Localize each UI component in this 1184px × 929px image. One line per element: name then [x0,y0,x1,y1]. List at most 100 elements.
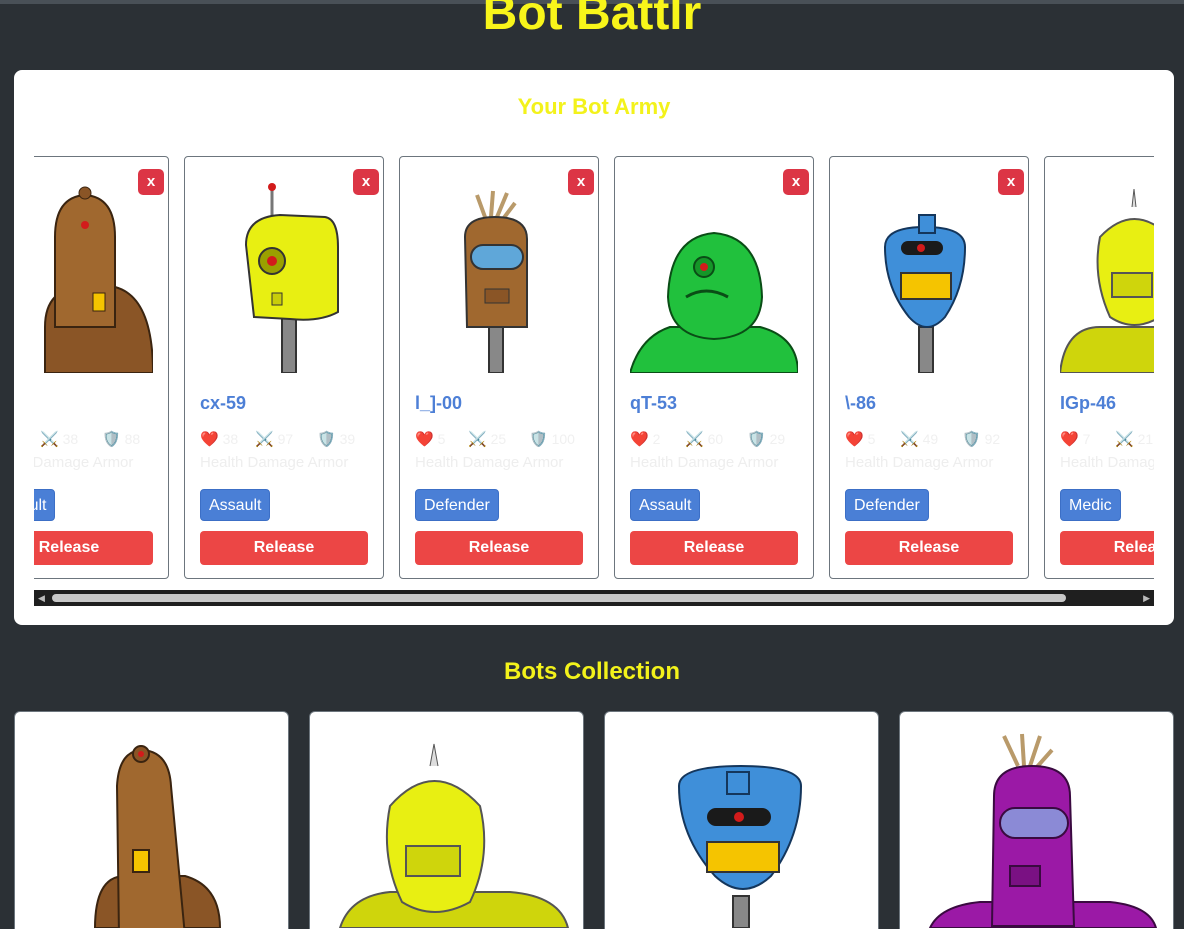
damage-stat: ⚔️ 49 [900,430,938,448]
army-bot-card[interactable]: x l_]-00 ❤️ 5 ⚔️ 25 🛡️ 100 Health Damage… [399,156,599,579]
heart-icon: ❤️ [845,431,864,448]
bot-class-badge: Assault [200,489,271,521]
health-stat: ❤️ 2 [630,430,660,448]
release-button[interactable]: Release [200,531,368,565]
heart-icon: ❤️ [200,431,219,448]
health-stat: ❤️ 7 [1060,430,1090,448]
damage-stat: ⚔️ 21 [1115,430,1153,448]
app-title: Bot Battlr [482,0,702,40]
bot-army-panel: Your Bot Army x ❤️ ⚔️ 38 🛡️ 88 Health Da… [14,70,1174,625]
shield-icon: 🛡️ [102,431,121,448]
health-value: 5 [437,431,446,447]
bot-stats: ❤️ ⚔️ 38 🛡️ 88 [34,430,168,450]
army-bot-card[interactable]: x IGp-46 ❤️ 7 ⚔️ 21 🛡️ Health Damage Arm… [1044,156,1154,579]
health-stat: ❤️ 38 [200,430,238,448]
bot-class-badge: Defender [845,489,929,521]
bot-name: IGp-46 [1060,393,1117,413]
damage-stat: ⚔️ 25 [468,430,506,448]
swords-icon: ⚔️ [255,431,274,448]
scroll-left-icon[interactable]: ◀ [38,593,45,604]
damage-value: 49 [922,431,939,447]
release-button[interactable]: Release [34,531,153,565]
armor-stat: 🛡️ 100 [529,430,575,448]
army-scroller[interactable]: x ❤️ ⚔️ 38 🛡️ 88 Health Damage Armor Ass… [34,156,1154,580]
damage-value: 25 [490,431,507,447]
army-bot-card[interactable]: x qT-53 ❤️ 2 ⚔️ 60 🛡️ 29 Health Damage A… [614,156,814,579]
armor-stat: 🛡️ 29 [747,430,785,448]
damage-stat: ⚔️ 60 [685,430,723,448]
army-bot-card[interactable]: x \-86 ❤️ 5 ⚔️ 49 🛡️ 92 Health Damage Ar… [829,156,1029,579]
army-bot-card[interactable]: x ❤️ ⚔️ 38 🛡️ 88 Health Damage Armor Ass… [34,156,169,579]
damage-value: 21 [1137,431,1154,447]
collection-title: Bots Collection [503,658,680,685]
army-title: Your Bot Army [517,94,671,119]
swords-icon: ⚔️ [1115,431,1134,448]
shield-icon: 🛡️ [317,431,336,448]
heart-icon: ❤️ [1060,431,1079,448]
armor-value: 100 [551,431,575,447]
release-button[interactable]: Release [845,531,1013,565]
bot-stats: ❤️ 7 ⚔️ 21 🛡️ [1060,430,1154,450]
bot-image [630,231,798,373]
brown-bot-image [93,745,222,928]
yellow-bot-image [338,743,570,928]
armor-stat: 🛡️ 88 [102,430,140,448]
stat-labels: Health Damage Armor [630,454,779,471]
horizontal-scrollbar[interactable]: ◀ ▶ [34,590,1154,606]
armor-stat: 🛡️ 92 [962,430,1000,448]
armor-value: 92 [984,431,1001,447]
bot-name: qT-53 [630,393,678,413]
bot-name: l_]-00 [415,393,463,413]
health-value: 38 [222,431,239,447]
bot-class-badge: Medic [1060,489,1121,521]
damage-value: 38 [62,431,79,447]
release-button[interactable]: Release [415,531,583,565]
bot-image [883,214,967,373]
bot-image [463,190,528,373]
scrollbar-thumb[interactable] [52,594,1066,602]
damage-value: 60 [707,431,724,447]
armor-value: 88 [124,431,141,447]
collection-bot-card[interactable] [604,711,879,929]
army-bot-card[interactable]: x cx-59 ❤️ 38 ⚔️ 97 🛡️ 39 Health Damage … [184,156,384,579]
bot-stats: ❤️ 5 ⚔️ 49 🛡️ 92 [845,430,1028,450]
scroll-right-icon[interactable]: ▶ [1143,593,1150,604]
bot-class-badge: Assault [630,489,701,521]
purple-bot-image [928,733,1158,928]
damage-stat: ⚔️ 38 [40,430,78,448]
bot-name: cx-59 [200,393,247,413]
release-button[interactable]: Release [630,531,798,565]
armor-value: 39 [339,431,356,447]
stat-labels: Health Damage Armor [1060,454,1154,471]
stat-labels: Health Damage Armor [200,454,349,471]
collection-bot-card[interactable] [309,711,584,929]
swords-icon: ⚔️ [900,431,919,448]
armor-value: 29 [769,431,786,447]
bot-class-badge: Assault [34,489,56,521]
collection-bot-card[interactable] [14,711,289,929]
heart-icon: ❤️ [415,431,434,448]
swords-icon: ⚔️ [468,431,487,448]
bot-stats: ❤️ 2 ⚔️ 60 🛡️ 29 [630,430,813,450]
health-value: 2 [652,431,661,447]
shield-icon: 🛡️ [529,431,548,448]
bot-stats: ❤️ 5 ⚔️ 25 🛡️ 100 [415,430,598,450]
swords-icon: ⚔️ [40,431,59,448]
shield-icon: 🛡️ [747,431,766,448]
heart-icon: ❤️ [630,431,649,448]
damage-stat: ⚔️ 97 [255,430,293,448]
bot-image [1060,188,1154,373]
stat-labels: Health Damage Armor [415,454,564,471]
health-value: 5 [867,431,876,447]
collection-bot-card[interactable] [899,711,1174,929]
bot-stats: ❤️ 38 ⚔️ 97 🛡️ 39 [200,430,383,450]
bot-class-badge: Defender [415,489,499,521]
stat-labels: Health Damage Armor [34,454,134,471]
shield-icon: 🛡️ [962,431,981,448]
health-stat: ❤️ 5 [415,430,445,448]
armor-stat: 🛡️ 39 [317,430,355,448]
bot-image [44,186,153,373]
blue-bot-image [677,764,803,928]
swords-icon: ⚔️ [685,431,704,448]
release-button[interactable]: Release [1060,531,1154,565]
